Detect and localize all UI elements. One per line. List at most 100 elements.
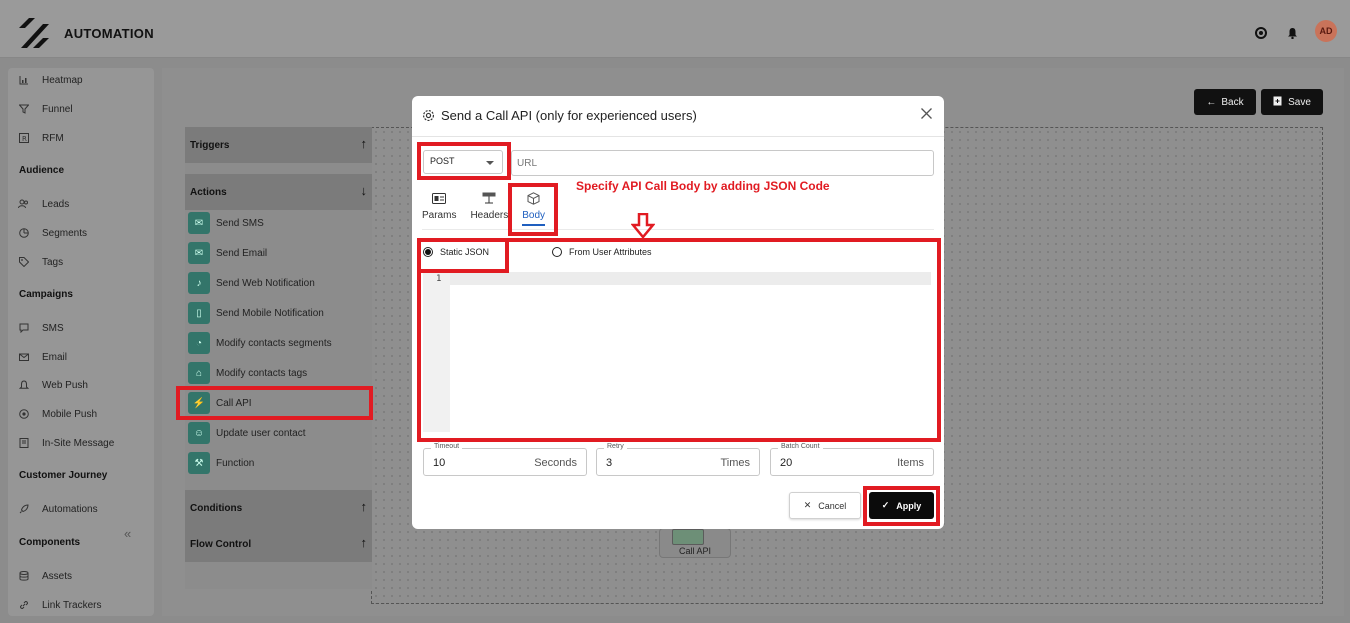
tab-params[interactable]: Params [422,191,456,226]
action-send-email[interactable]: ✉ Send Email [188,242,267,264]
call-api-node[interactable]: Call API [659,528,731,558]
conditions-label: Conditions [190,502,243,514]
sidebar-item-email[interactable]: Email [18,350,67,364]
arrow-down-icon: ↓ [360,183,368,198]
pie-icon: ◔ [188,332,210,354]
conditions-header[interactable]: Conditions ↑ [185,490,372,526]
radio-static-json[interactable]: Static JSON [423,247,489,257]
action-send-web-notification[interactable]: ♪ Send Web Notification [188,272,315,294]
brand-name: AUTOMATION [64,26,154,41]
sidebar-item-label: Leads [42,198,70,210]
sidebar-item-funnel[interactable]: Funnel [18,102,73,116]
tabs-divider [422,229,934,230]
mobile-icon: ▯ [188,302,210,324]
arrow-up-icon: ↑ [360,499,368,514]
cube-icon [527,191,541,205]
triggers-label: Triggers [190,139,230,151]
logo-icon [19,18,49,48]
method-value: POST [430,156,455,166]
rocket-icon [18,504,29,515]
sidebar-item-segments[interactable]: Segments [18,226,87,240]
gear-icon [422,109,435,122]
save-button[interactable]: Save [1261,89,1323,115]
batch-count-field[interactable]: Batch Count 20 Items [770,443,934,476]
sidebar-item-label: In-Site Message [42,437,115,449]
action-update-user-contact[interactable]: ☺ Update user contact [188,422,306,444]
triggers-header[interactable]: Triggers ↑ [185,127,372,163]
sidebar-item-sms[interactable]: SMS [18,321,64,335]
bell-icon[interactable] [1285,26,1299,40]
chevron-down-icon [486,161,494,165]
action-call-api[interactable]: ⚡ Call API [188,392,252,414]
headers-icon [482,191,496,205]
sidebar-item-label: Automations [42,503,98,515]
sidebar-item-label: Heatmap [42,74,83,86]
actions-label: Actions [190,186,227,198]
arrow-up-icon: ↑ [360,136,368,151]
collapse-sidebar-icon[interactable]: « [124,526,131,541]
modal-title: Send a Call API (only for experienced us… [422,108,697,123]
actions-header[interactable]: Actions ↓ [185,174,372,210]
action-modify-contacts-tags[interactable]: ⌂ Modify contacts tags [188,362,307,384]
action-label: Update user contact [216,427,306,439]
flow-control-label: Flow Control [190,538,252,550]
flow-control-header[interactable]: Flow Control ↑ [185,526,372,562]
action-modify-contacts-segments[interactable]: ◔ Modify contacts segments [188,332,332,354]
save-icon [1273,96,1282,109]
action-label: Send SMS [216,217,264,229]
svg-text:R: R [22,135,27,143]
bell-icon: ♪ [188,272,210,294]
tag-icon [18,257,29,268]
retry-label: Retry [604,443,627,450]
cancel-button[interactable]: ✕ Cancel [789,492,861,519]
apply-label: Apply [896,500,922,511]
action-send-sms[interactable]: ✉ Send SMS [188,212,264,234]
sidebar-item-in-site-message[interactable]: In-Site Message [18,436,114,450]
top-bar: AUTOMATION AD [0,0,1350,58]
node-handle [672,529,704,545]
sidebar-item-tags[interactable]: Tags [18,255,63,269]
url-input[interactable] [511,150,934,176]
radio-button [423,247,433,257]
timeout-label: Timeout [431,443,463,450]
timeout-unit: Seconds [534,457,577,469]
action-send-mobile-notification[interactable]: ▯ Send Mobile Notification [188,302,324,324]
check-icon: ✓ [881,500,890,510]
apply-button[interactable]: ✓ Apply [869,492,934,519]
sidebar-item-automations[interactable]: Automations [18,502,98,516]
radio-label: From User Attributes [569,247,652,257]
retry-value: 3 [606,457,613,469]
sidebar-item-label: RFM [42,132,64,144]
tab-body[interactable]: Body [522,191,546,226]
sidebar-item-link-trackers[interactable]: Link Trackers [18,598,101,612]
method-select[interactable]: POST [423,150,503,174]
json-editor[interactable]: 1 [423,272,931,434]
tab-headers[interactable]: Headers [470,191,508,226]
timeout-field[interactable]: Timeout 10 Seconds [423,443,587,476]
editor-gutter: 1 [423,272,450,432]
sidebar [8,68,154,616]
back-button[interactable]: ← Back [1194,89,1256,115]
sidebar-item-mobile-push[interactable]: Mobile Push [18,407,97,421]
action-label: Modify contacts tags [216,367,308,379]
call-api-modal: Send a Call API (only for experienced us… [412,96,944,529]
sidebar-item-heatmap[interactable]: Heatmap [18,73,83,87]
avatar[interactable]: AD [1315,20,1337,42]
radio-from-user-attributes[interactable]: From User Attributes [552,247,652,257]
sidebar-item-assets[interactable]: Assets [18,569,72,583]
node-label: Call API [679,546,712,556]
sidebar-item-rfm[interactable]: R RFM [18,131,64,145]
message-icon [18,438,29,449]
retry-field[interactable]: Retry 3 Times [596,443,760,476]
action-label: Modify contacts segments [216,337,332,349]
sidebar-item-leads[interactable]: Leads [18,197,69,211]
support-icon[interactable] [1254,26,1268,40]
sidebar-section-components: Components [19,537,81,548]
sidebar-item-web-push[interactable]: Web Push [18,378,88,392]
close-icon[interactable] [920,107,933,120]
email-icon [18,352,29,363]
bell-icon [18,380,29,391]
action-function[interactable]: ⚒ Function [188,452,254,474]
editor-active-line [450,272,931,285]
action-label: Send Web Notification [216,277,315,289]
